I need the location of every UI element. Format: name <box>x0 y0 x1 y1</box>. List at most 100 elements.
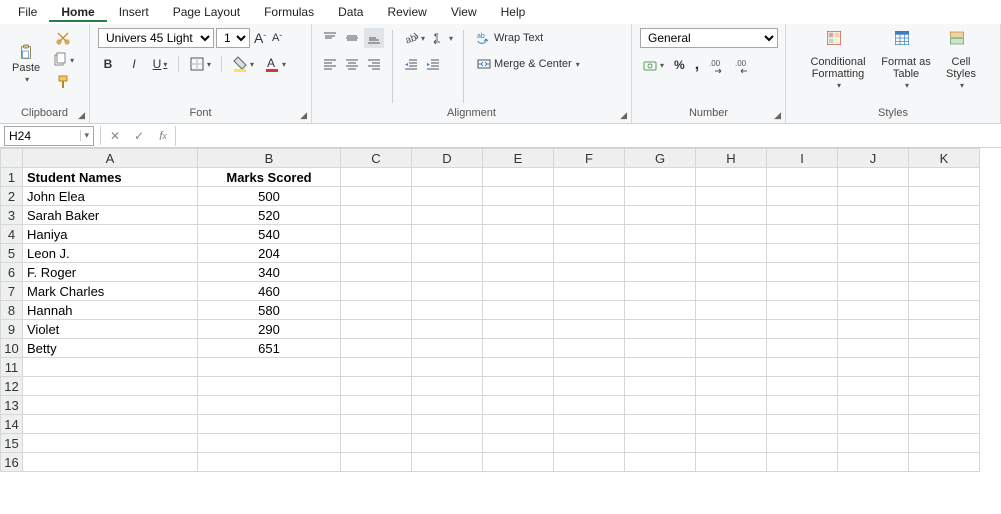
column-header[interactable]: F <box>554 149 625 168</box>
cell[interactable] <box>696 434 767 453</box>
cell[interactable] <box>412 301 483 320</box>
cancel-formula-button[interactable]: ✕ <box>103 126 127 146</box>
cell[interactable] <box>483 168 554 187</box>
cell[interactable]: 580 <box>198 301 341 320</box>
cell[interactable] <box>838 377 909 396</box>
menu-help[interactable]: Help <box>489 2 538 22</box>
cell[interactable] <box>341 263 412 282</box>
cell[interactable] <box>483 282 554 301</box>
cell[interactable] <box>625 244 696 263</box>
menu-home[interactable]: Home <box>49 2 106 22</box>
cell[interactable] <box>554 263 625 282</box>
cell[interactable] <box>696 301 767 320</box>
cell[interactable] <box>909 434 980 453</box>
cell[interactable] <box>625 225 696 244</box>
cell[interactable] <box>838 320 909 339</box>
cell[interactable] <box>696 415 767 434</box>
cell[interactable] <box>767 339 838 358</box>
cell[interactable] <box>838 453 909 472</box>
cell[interactable] <box>838 244 909 263</box>
row-header[interactable]: 13 <box>1 396 23 415</box>
row-header[interactable]: 7 <box>1 282 23 301</box>
align-left-button[interactable] <box>320 54 340 74</box>
cell[interactable] <box>483 358 554 377</box>
cell[interactable] <box>625 301 696 320</box>
cell[interactable] <box>838 225 909 244</box>
cell[interactable] <box>483 206 554 225</box>
cell[interactable] <box>483 187 554 206</box>
cell[interactable] <box>909 168 980 187</box>
cell[interactable] <box>554 377 625 396</box>
cell[interactable] <box>554 282 625 301</box>
cell[interactable] <box>554 168 625 187</box>
cell[interactable]: Marks Scored <box>198 168 341 187</box>
column-header[interactable]: E <box>483 149 554 168</box>
cell[interactable] <box>412 377 483 396</box>
cell[interactable] <box>412 396 483 415</box>
row-header[interactable]: 2 <box>1 187 23 206</box>
cell[interactable] <box>909 377 980 396</box>
cell[interactable] <box>554 453 625 472</box>
cell[interactable] <box>341 187 412 206</box>
cell[interactable] <box>412 358 483 377</box>
cell[interactable] <box>767 358 838 377</box>
cell[interactable] <box>341 168 412 187</box>
column-header[interactable]: G <box>625 149 696 168</box>
row-header[interactable]: 15 <box>1 434 23 453</box>
cell[interactable] <box>554 339 625 358</box>
cell[interactable] <box>341 377 412 396</box>
cell[interactable] <box>696 168 767 187</box>
cell[interactable] <box>412 244 483 263</box>
cell[interactable] <box>767 225 838 244</box>
cell[interactable] <box>838 168 909 187</box>
cell-styles-button[interactable]: CellStyles ▾ <box>939 28 983 93</box>
align-top-button[interactable] <box>320 28 340 48</box>
number-format-select[interactable]: General <box>640 28 778 48</box>
align-right-button[interactable] <box>364 54 384 74</box>
cell[interactable] <box>696 244 767 263</box>
chevron-down-icon[interactable]: ▾ <box>80 130 93 141</box>
cell[interactable] <box>341 320 412 339</box>
cell[interactable] <box>909 358 980 377</box>
menu-page-layout[interactable]: Page Layout <box>161 2 252 22</box>
font-size-select[interactable]: 11 <box>216 28 250 48</box>
accept-formula-button[interactable]: ✓ <box>127 126 151 146</box>
cell[interactable] <box>554 396 625 415</box>
cell[interactable]: Leon J. <box>23 244 198 263</box>
cell[interactable]: 204 <box>198 244 341 263</box>
cell[interactable]: Mark Charles <box>23 282 198 301</box>
cell[interactable] <box>767 434 838 453</box>
wrap-text-button[interactable]: ab Wrap Text <box>472 28 592 48</box>
cell[interactable] <box>625 396 696 415</box>
cell[interactable]: 651 <box>198 339 341 358</box>
cell[interactable] <box>554 225 625 244</box>
row-header[interactable]: 6 <box>1 263 23 282</box>
cell[interactable] <box>838 187 909 206</box>
cell[interactable] <box>838 206 909 225</box>
cell[interactable] <box>554 434 625 453</box>
menu-file[interactable]: File <box>6 2 49 22</box>
cell[interactable] <box>696 263 767 282</box>
column-header[interactable]: K <box>909 149 980 168</box>
cell[interactable] <box>767 453 838 472</box>
conditional-formatting-button[interactable]: ConditionalFormatting ▾ <box>803 28 873 93</box>
cell[interactable] <box>412 415 483 434</box>
cell[interactable] <box>198 358 341 377</box>
cell[interactable] <box>412 206 483 225</box>
cell[interactable] <box>767 206 838 225</box>
format-as-table-button[interactable]: Format asTable ▾ <box>877 28 935 93</box>
cell[interactable] <box>909 225 980 244</box>
cell[interactable] <box>625 187 696 206</box>
row-header[interactable]: 10 <box>1 339 23 358</box>
cell[interactable] <box>767 396 838 415</box>
cell[interactable] <box>23 434 198 453</box>
cell[interactable] <box>696 453 767 472</box>
cell[interactable] <box>23 396 198 415</box>
cell[interactable] <box>909 282 980 301</box>
row-header[interactable]: 12 <box>1 377 23 396</box>
column-header[interactable]: J <box>838 149 909 168</box>
cell[interactable] <box>198 396 341 415</box>
cut-button[interactable] <box>50 28 76 48</box>
bold-button[interactable]: B <box>98 55 118 73</box>
cell[interactable]: Betty <box>23 339 198 358</box>
